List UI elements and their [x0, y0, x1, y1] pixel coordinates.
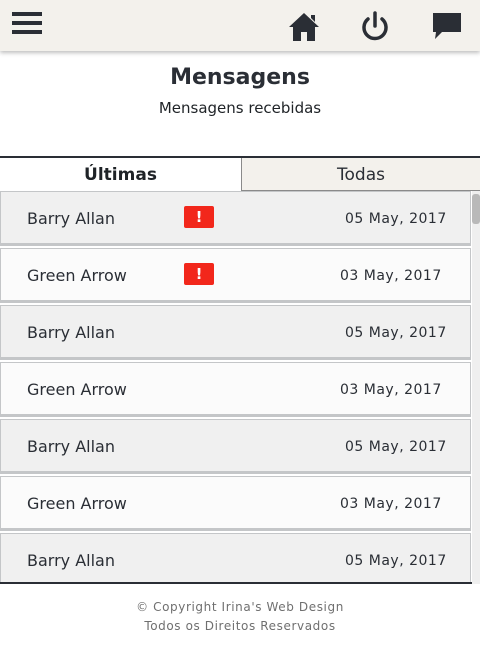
sender-name: Green Arrow — [27, 380, 127, 399]
message-list: Barry Allan ! 05 May, 2017 Green Arrow !… — [0, 191, 480, 584]
message-row[interactable]: Barry Allan ! 05 May, 2017 — [0, 191, 471, 246]
message-date: 03 May, 2017 — [340, 268, 442, 284]
page-subtitle: Mensagens recebidas — [158, 99, 322, 117]
message-date: 05 May, 2017 — [345, 439, 447, 455]
list-scrollbar[interactable] — [472, 191, 480, 584]
sender-name: Barry Allan — [27, 209, 115, 228]
message-date: 05 May, 2017 — [345, 211, 447, 227]
menu-icon[interactable] — [12, 12, 44, 42]
message-row[interactable]: Green Arrow 03 May, 2017 — [0, 362, 471, 417]
sender-name: Green Arrow — [27, 266, 127, 285]
message-date: 05 May, 2017 — [345, 325, 447, 341]
message-date: 03 May, 2017 — [340, 496, 442, 512]
page-title: Mensagens — [170, 65, 310, 90]
message-date: 03 May, 2017 — [340, 382, 442, 398]
message-row[interactable]: Barry Allan 05 May, 2017 — [0, 305, 471, 360]
alert-badge: ! — [184, 263, 214, 285]
message-row[interactable]: Green Arrow 03 May, 2017 — [0, 476, 471, 531]
chat-icon[interactable] — [430, 10, 464, 44]
top-navigation-bar — [0, 0, 480, 51]
sender-name: Barry Allan — [27, 323, 115, 342]
tab-todas[interactable]: Todas — [241, 158, 480, 191]
sender-name: Barry Allan — [27, 551, 115, 570]
sender-name: Green Arrow — [27, 494, 127, 513]
message-row[interactable]: Green Arrow ! 03 May, 2017 — [0, 248, 471, 303]
power-icon[interactable] — [358, 10, 392, 44]
message-date: 05 May, 2017 — [345, 553, 447, 569]
sender-name: Barry Allan — [27, 437, 115, 456]
footer-copyright: © Copyright Irina's Web Design — [136, 600, 344, 614]
footer-rights: Todos os Direitos Reservados — [144, 619, 336, 633]
scrollbar-thumb[interactable] — [472, 194, 480, 224]
tab-ultimas[interactable]: Últimas — [0, 158, 241, 191]
message-row[interactable]: Barry Allan 05 May, 2017 — [0, 419, 471, 474]
message-tabs: Últimas Todas — [0, 156, 480, 191]
alert-badge: ! — [184, 206, 214, 228]
home-icon[interactable] — [287, 10, 321, 44]
message-row[interactable]: Barry Allan 05 May, 2017 — [0, 533, 471, 582]
